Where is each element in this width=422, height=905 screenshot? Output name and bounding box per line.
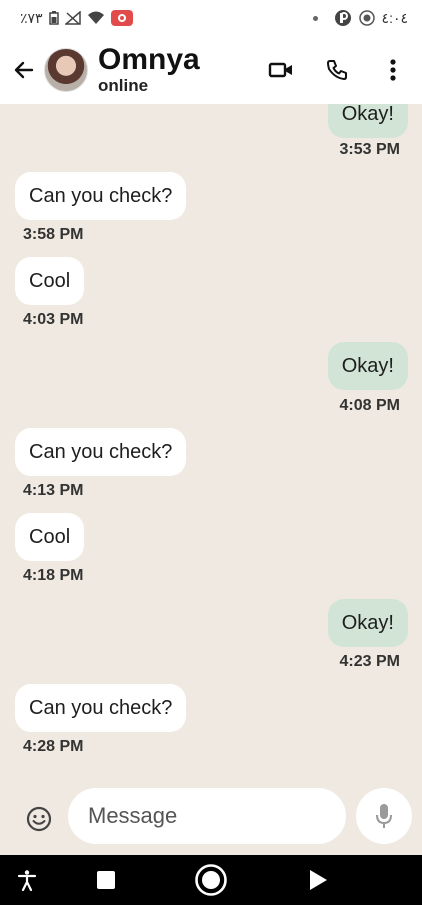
emoji-button[interactable] (22, 802, 56, 836)
message-bubble-outgoing[interactable]: Okay! (327, 599, 408, 647)
arrow-left-icon (14, 61, 34, 79)
message-bubble-incoming[interactable]: Can you check? (15, 684, 187, 732)
accessibility-icon (17, 870, 37, 891)
location-target-icon (358, 10, 375, 26)
screen-record-icon (110, 10, 133, 26)
home-circle-icon (195, 864, 227, 896)
contact-info[interactable]: Omnya online (98, 44, 200, 96)
accessibility-button[interactable] (10, 863, 44, 897)
phone-icon (327, 60, 347, 80)
microphone-button[interactable] (356, 788, 412, 844)
microphone-icon (376, 804, 392, 828)
square-icon (97, 871, 115, 889)
voice-call-button[interactable] (316, 49, 358, 91)
message-list[interactable]: Okay! 3:53 PM Can you check? 3:58 PM Coo… (0, 104, 422, 784)
chat-header: Omnya online (0, 36, 422, 104)
emoji-icon (26, 806, 52, 832)
message-bubble-outgoing[interactable]: Okay! (327, 342, 408, 390)
battery-icon (48, 11, 59, 25)
message-time: 3:53 PM (339, 141, 400, 158)
message-time: 4:13 PM (23, 482, 84, 499)
message-bubble-incoming[interactable]: Cool (15, 257, 85, 305)
data-saver-icon (334, 10, 351, 26)
message-time: 4:28 PM (23, 738, 84, 755)
message-time: 3:58 PM (23, 226, 84, 243)
back-button[interactable] (2, 48, 46, 92)
recent-apps-button[interactable] (89, 863, 123, 897)
message-time: 4:18 PM (23, 567, 84, 584)
more-options-button[interactable] (372, 49, 414, 91)
message-bubble-outgoing[interactable]: Okay! (327, 104, 408, 138)
message-input[interactable]: Message (68, 788, 346, 844)
message-bubble-incoming[interactable]: Can you check? (15, 428, 187, 476)
message-time: 4:23 PM (339, 653, 400, 670)
message-time: 4:08 PM (339, 397, 400, 414)
more-vertical-icon (390, 59, 396, 81)
status-time: ٤:٠٤ (381, 9, 408, 26)
compose-bar: Message (0, 784, 422, 854)
contact-avatar[interactable] (44, 48, 88, 92)
home-button[interactable] (194, 863, 228, 897)
back-nav-button[interactable] (301, 863, 335, 897)
video-call-button[interactable] (260, 49, 302, 91)
contact-status: online (98, 76, 149, 95)
signal-off-icon (64, 11, 81, 25)
play-triangle-icon (310, 870, 327, 890)
message-time: 4:03 PM (23, 311, 84, 328)
system-navigation-bar (0, 855, 422, 905)
wifi-icon (87, 11, 104, 24)
battery-percent: ٪٧٣ (20, 9, 43, 26)
contact-name: Omnya (98, 43, 200, 76)
video-camera-icon (268, 62, 292, 78)
notification-dot-icon (312, 15, 318, 21)
status-bar: ٪٧٣ ٤:٠٤ (0, 0, 422, 36)
message-bubble-incoming[interactable]: Cool (15, 513, 85, 561)
message-bubble-incoming[interactable]: Can you check? (15, 172, 187, 220)
